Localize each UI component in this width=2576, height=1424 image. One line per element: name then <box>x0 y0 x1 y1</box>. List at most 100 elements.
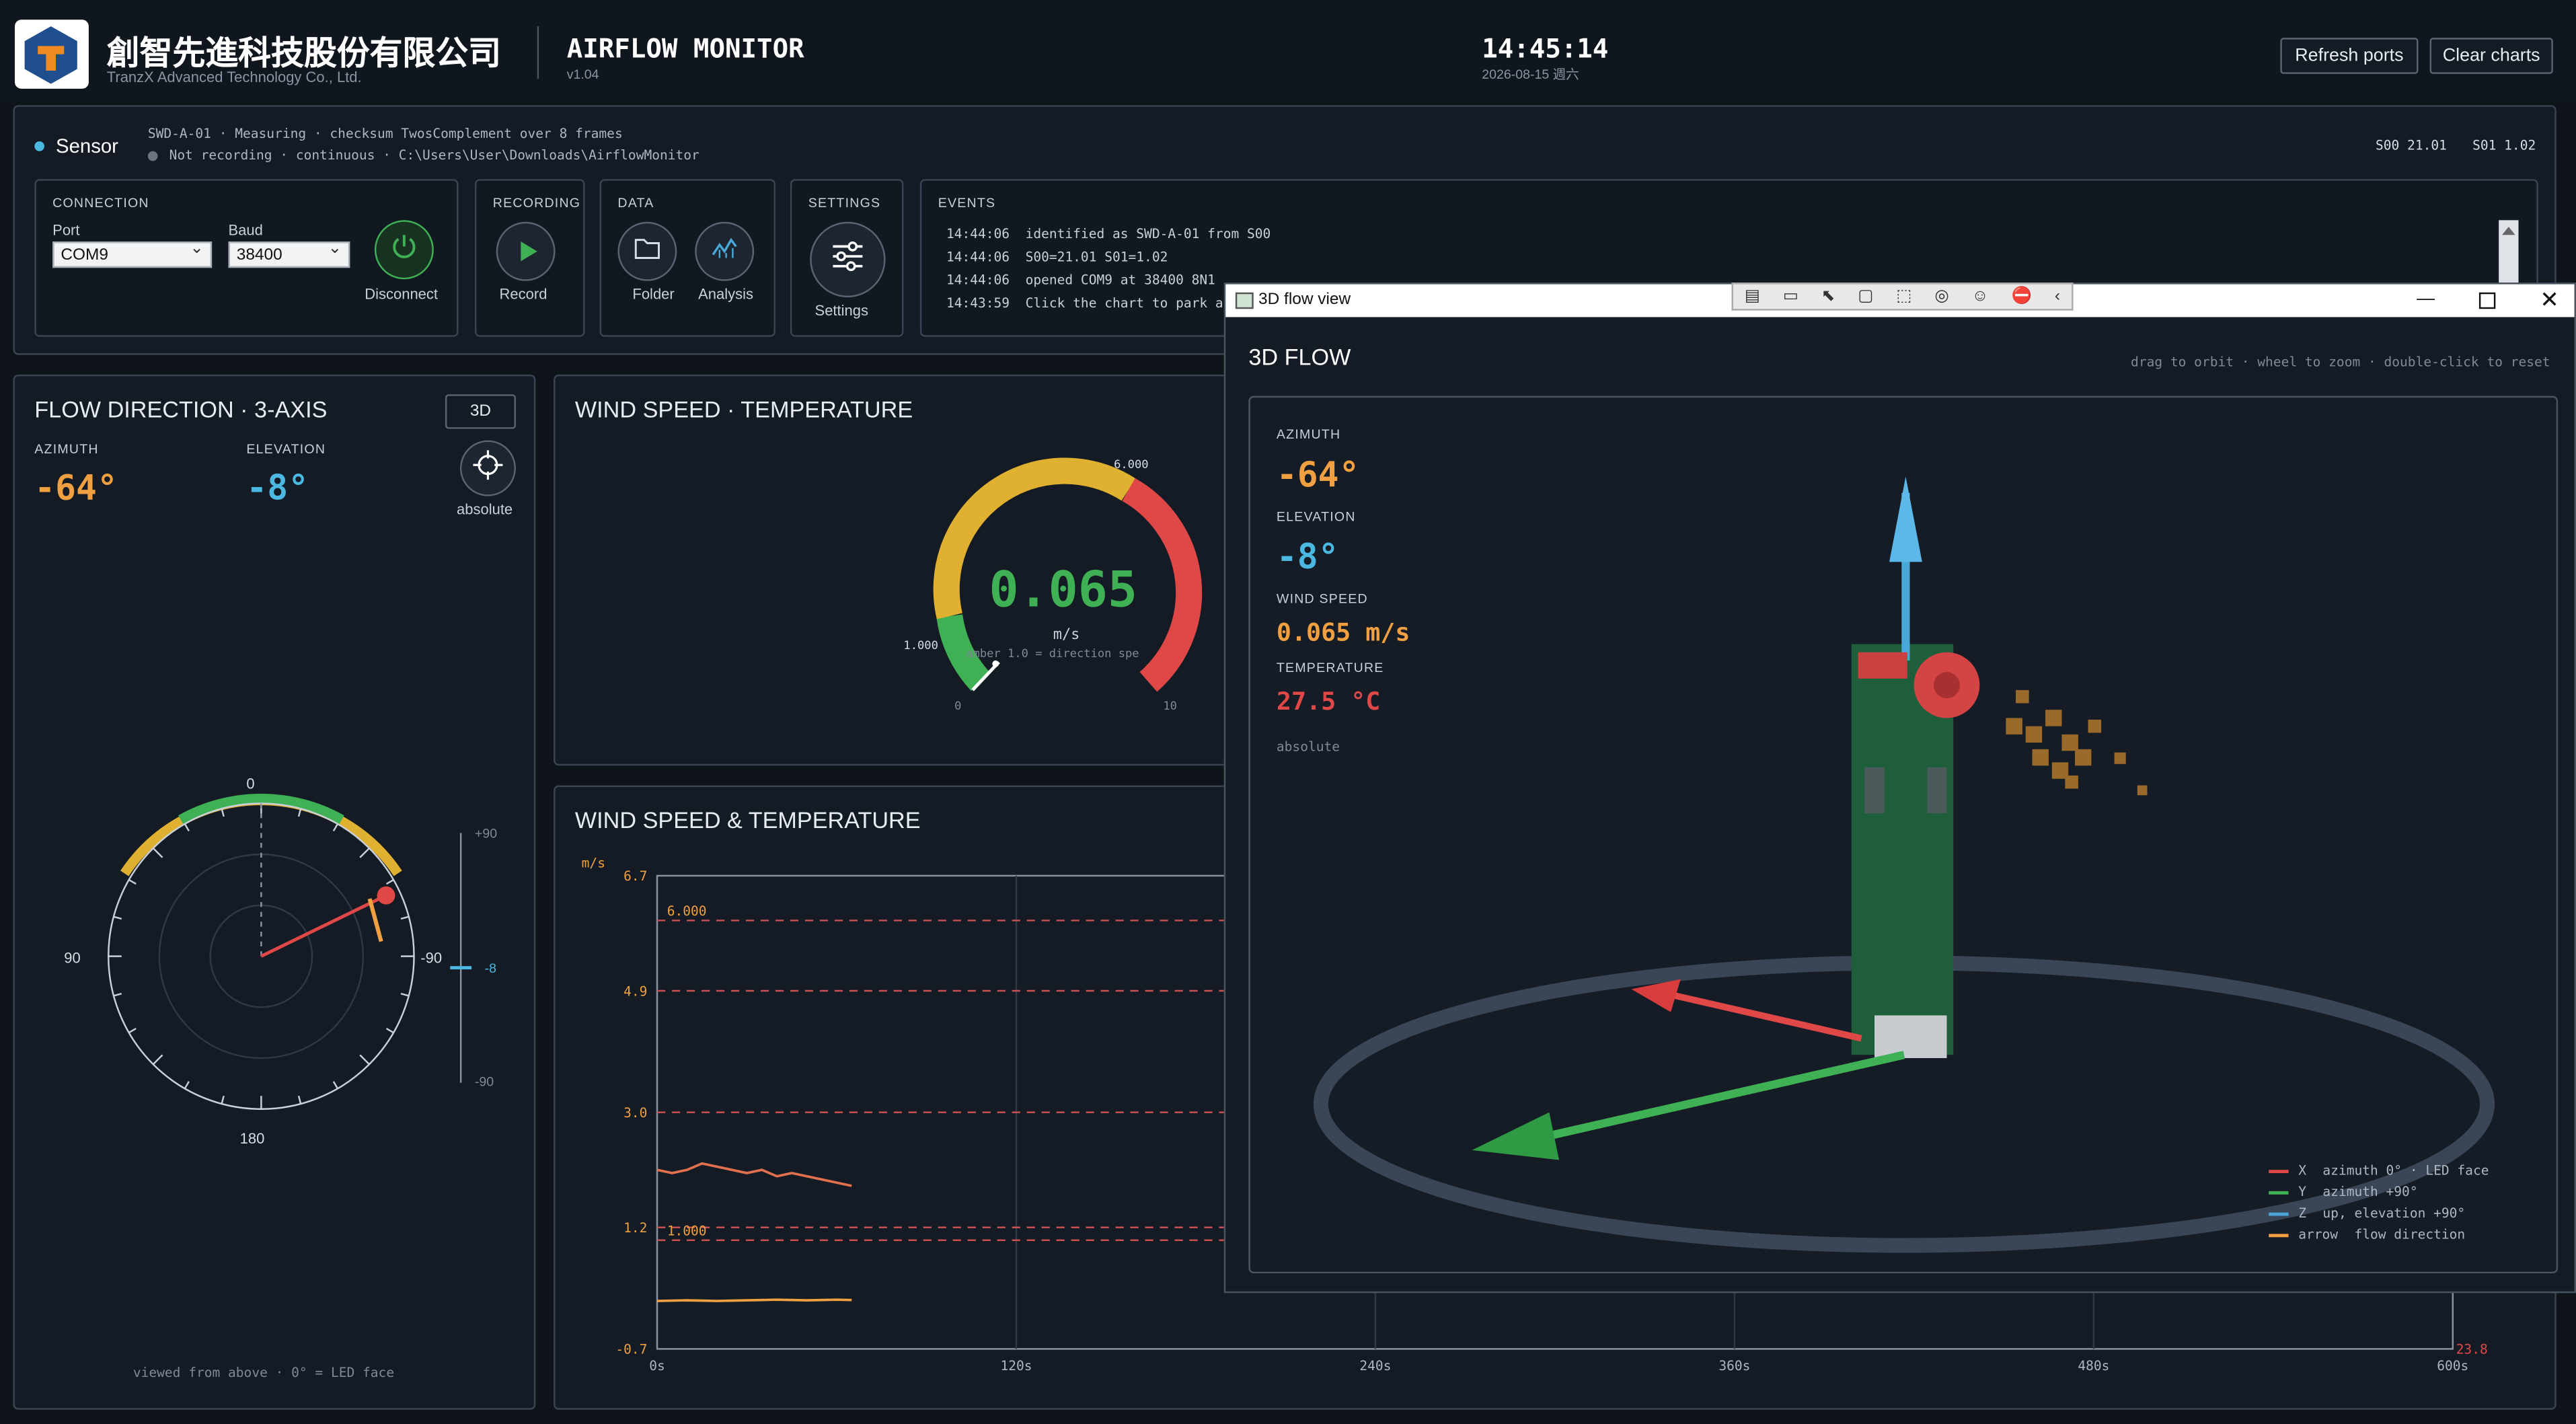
data-group: DATA Folder Analysis <box>599 179 775 337</box>
settings-group: SETTINGS Settings <box>790 179 904 337</box>
legend-y-text: azimuth +90° <box>2322 1185 2418 1200</box>
gauge-value: 0.065 <box>989 562 1138 620</box>
settings-label: Settings <box>815 302 868 319</box>
analysis-button[interactable] <box>695 221 755 281</box>
sensor-status-line: SWD-A-01 · Measuring · checksum TwosComp… <box>147 126 623 142</box>
scroll-up-arrow[interactable] <box>2502 227 2515 235</box>
port-select[interactable]: COM9 <box>52 240 213 268</box>
disconnect-button[interactable] <box>374 220 434 280</box>
compass-dial <box>107 793 415 1110</box>
toolbar-audio-icon[interactable]: ◎ <box>1934 287 1948 305</box>
legend-z-swatch <box>2269 1211 2289 1215</box>
clock-date: 2026-08-15 週六 <box>1482 67 1579 83</box>
maximize-icon[interactable] <box>2478 292 2496 309</box>
elevation-marker <box>450 966 472 970</box>
y-tick-label: 1.2 <box>623 1220 647 1236</box>
gauge-panel: WIND SPEED · TEMPERATURE 0.065 m/s amber… <box>554 374 1244 766</box>
refresh-ports-button[interactable]: Refresh ports <box>2280 38 2419 74</box>
toolbar-cursor-icon[interactable]: ⬉ <box>1821 287 1835 305</box>
s01-readout: S01 1.02 <box>2472 138 2536 153</box>
app-version: v1.04 <box>566 67 599 83</box>
x-tick-label: 480s <box>2078 1358 2109 1374</box>
baud-select[interactable]: 38400 <box>228 240 350 268</box>
folder-icon <box>634 236 660 267</box>
gauge-label-max: 10 <box>1163 700 1177 714</box>
compass-label-top: 0 <box>246 775 255 792</box>
legend-x-swatch <box>2269 1168 2289 1172</box>
play-icon <box>520 241 537 262</box>
settings-button[interactable] <box>810 221 886 298</box>
power-icon <box>389 231 419 268</box>
recording-group: RECORDING Record <box>474 179 585 337</box>
company-logo <box>14 20 89 89</box>
gauge-label-min: 0 <box>954 700 962 714</box>
popup-heading: 3D FLOW <box>1248 343 1351 370</box>
toolbar-stop-icon[interactable]: ⛔ <box>2012 287 2032 305</box>
x-tick-label: 120s <box>1000 1358 1032 1374</box>
azimuth-value: -64° <box>34 468 118 508</box>
series-line <box>657 1298 852 1302</box>
legend-x-text: azimuth 0° · LED face <box>2322 1163 2489 1178</box>
elev-scale-top: +90 <box>474 826 498 841</box>
legend-arrow-text: flow direction <box>2354 1227 2466 1242</box>
x-tick-label: 600s <box>2437 1358 2468 1374</box>
view-3d-button[interactable]: 3D <box>445 394 516 429</box>
gauge-note: amber 1.0 = direction spe <box>966 647 1139 661</box>
legend-arrow-swatch <box>2269 1233 2289 1237</box>
close-icon[interactable]: ✕ <box>2540 286 2559 314</box>
toolbar-region-icon[interactable]: ⬚ <box>1896 287 1911 305</box>
gauge-label-high: 6.000 <box>1114 458 1149 472</box>
event-line: 14:44:06 opened COM9 at 38400 8N1 <box>946 272 1215 288</box>
y-axis-unit: m/s <box>582 856 605 871</box>
elev-scale-bottom: -90 <box>474 1074 494 1090</box>
axis-legend: Xazimuth 0° · LED face Yazimuth +90° Zup… <box>2269 1160 2489 1245</box>
elevation-scale <box>459 833 462 1083</box>
window-titlebar[interactable]: 3D flow view ▤ ▭ ⬉ ▢ ⬚ ◎ ☺ ⛔ ‹ — ✕ <box>1225 283 2575 317</box>
folder-button[interactable] <box>617 221 677 281</box>
record-button[interactable] <box>496 221 556 281</box>
analysis-label: Analysis <box>698 286 753 303</box>
baud-label: Baud <box>228 221 263 239</box>
settings-heading: SETTINGS <box>808 195 881 211</box>
toolbar-collapse-icon[interactable]: ‹ <box>2055 287 2060 305</box>
absolute-toggle-button[interactable] <box>459 440 516 496</box>
legend-y-swatch <box>2269 1190 2289 1194</box>
legend-z-key: Z <box>2298 1205 2306 1221</box>
y-tick-label: 6.7 <box>623 868 647 884</box>
sensor-label: Sensor <box>56 135 118 158</box>
y-tick-label: -0.7 <box>615 1342 647 1357</box>
popup-hint: drag to orbit · wheel to zoom · double-c… <box>2131 354 2550 370</box>
x-tick-label: 0s <box>649 1358 665 1374</box>
event-line: 14:44:06 identified as SWD-A-01 from S00 <box>946 227 1271 242</box>
analysis-icon <box>712 236 738 267</box>
toolbar-edit-icon[interactable]: ▤ <box>1745 287 1760 305</box>
azimuth-needle <box>260 894 387 958</box>
threshold-label: 6.000 <box>667 903 707 919</box>
toolbar-accessibility-icon[interactable]: ☺ <box>1972 287 1989 305</box>
legend-arrow-key: arrow <box>2298 1227 2339 1242</box>
header-bar: 創智先進科技股份有限公司 TranzX Advanced Technology … <box>0 0 2576 102</box>
window-title: 3D flow view <box>1258 291 1351 309</box>
recording-status-line: Not recording · continuous · C:\Users\Us… <box>169 147 699 163</box>
scene-3d <box>1313 476 2495 1253</box>
company-name-en: TranzX Advanced Technology Co., Ltd. <box>106 69 362 86</box>
flow-view-window: 3D flow view ▤ ▭ ⬉ ▢ ⬚ ◎ ☺ ⛔ ‹ — ✕ 3D FL… <box>1223 283 2576 1294</box>
elevation-value: -8° <box>246 468 309 508</box>
x-tick-label: 240s <box>1359 1358 1391 1374</box>
toolbar-frame-icon[interactable]: ▢ <box>1858 287 1873 305</box>
toolbar-camera-icon[interactable]: ▭ <box>1783 287 1798 305</box>
elevation-label: ELEVATION <box>246 442 326 457</box>
data-heading: DATA <box>617 195 654 211</box>
sliders-icon <box>830 239 866 280</box>
minimize-icon[interactable]: — <box>2417 289 2435 309</box>
record-label: Record <box>499 286 547 303</box>
compass-label-bottom: 180 <box>239 1130 265 1147</box>
compass-label-left: 90 <box>64 949 81 967</box>
capture-toolbar: ▤ ▭ ⬉ ▢ ⬚ ◎ ☺ ⛔ ‹ <box>1731 283 2074 311</box>
event-line: 14:43:59 Click the chart to park a <box>946 295 1223 311</box>
elev-scale-value: -8 <box>484 961 496 976</box>
scene-viewport[interactable]: AZIMUTH -64° ELEVATION -8° WIND SPEED 0.… <box>1248 396 2559 1274</box>
event-line: 14:44:06 S00=21.01 S01=1.02 <box>946 250 1168 265</box>
clear-charts-button[interactable]: Clear charts <box>2429 38 2553 74</box>
s00-readout: S00 21.01 <box>2375 138 2447 153</box>
